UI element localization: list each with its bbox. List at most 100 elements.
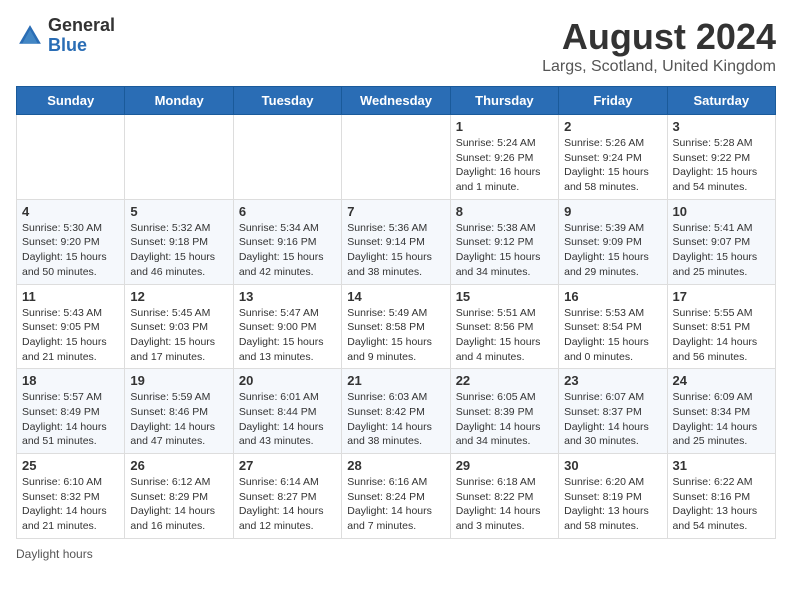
day-number: 10	[673, 204, 770, 219]
calendar-cell: 5Sunrise: 5:32 AMSunset: 9:18 PMDaylight…	[125, 199, 233, 284]
calendar-cell: 26 Sunrise: 6:12 AMSunset: 8:29 PMDayligh…	[125, 454, 233, 539]
day-number: 31	[673, 458, 770, 473]
calendar-cell: 4 Sunrise: 5:30 AMSunset: 9:20 PMDaylight…	[17, 199, 125, 284]
day-number: 8	[456, 204, 553, 219]
day-number: 26	[130, 458, 227, 473]
day-info: Sunrise: 6:01 AMSunset: 8:44 PMDaylight:…	[239, 390, 336, 449]
logo-icon	[16, 22, 44, 50]
day-info: Sunrise: 5:47 AMSunset: 9:00 PMDaylight:…	[239, 306, 336, 365]
day-info: Sunrise: 5:39 AMSunset: 9:09 PMDaylight:…	[564, 221, 661, 280]
day-info: Sunrise: 5:45 AMSunset: 9:03 PMDaylight:…	[130, 306, 227, 365]
month-year-title: August 2024	[542, 16, 776, 58]
calendar-cell: 8Sunrise: 5:38 AMSunset: 9:12 PMDaylight…	[450, 199, 558, 284]
day-info: Sunrise: 5:24 AMSunset: 9:26 PMDaylight:…	[456, 136, 553, 195]
day-number: 6	[239, 204, 336, 219]
day-number: 17	[673, 289, 770, 304]
daylight-label: Daylight hours	[16, 547, 93, 561]
calendar-cell: 9Sunrise: 5:39 AMSunset: 9:09 PMDaylight…	[559, 199, 667, 284]
calendar-cell: 17 Sunrise: 5:55 AMSunset: 8:51 PMDayligh…	[667, 284, 775, 369]
calendar-cell: 14 Sunrise: 5:49 AMSunset: 8:58 PMDayligh…	[342, 284, 450, 369]
day-info: Sunrise: 5:51 AMSunset: 8:56 PMDaylight:…	[456, 306, 553, 365]
day-number: 14	[347, 289, 444, 304]
calendar-week-row: 18 Sunrise: 5:57 AMSunset: 8:49 PMDayligh…	[17, 369, 776, 454]
day-info: Sunrise: 5:55 AMSunset: 8:51 PMDaylight:…	[673, 306, 770, 365]
day-info: Sunrise: 6:22 AMSunset: 8:16 PMDaylight:…	[673, 475, 770, 534]
calendar-cell: 19Sunrise: 5:59 AMSunset: 8:46 PMDayligh…	[125, 369, 233, 454]
day-info: Sunrise: 5:43 AMSunset: 9:05 PMDaylight:…	[22, 306, 119, 365]
calendar-cell: 20Sunrise: 6:01 AMSunset: 8:44 PMDayligh…	[233, 369, 341, 454]
day-info: Sunrise: 5:53 AMSunset: 8:54 PMDaylight:…	[564, 306, 661, 365]
day-info: Sunrise: 6:07 AMSunset: 8:37 PMDaylight:…	[564, 390, 661, 449]
calendar-cell	[233, 115, 341, 200]
day-number: 21	[347, 373, 444, 388]
calendar-cell: 10 Sunrise: 5:41 AMSunset: 9:07 PMDayligh…	[667, 199, 775, 284]
day-info: Sunrise: 6:14 AMSunset: 8:27 PMDaylight:…	[239, 475, 336, 534]
calendar-cell: 2 Sunrise: 5:26 AMSunset: 9:24 PMDaylight…	[559, 115, 667, 200]
calendar-cell: 1Sunrise: 5:24 AMSunset: 9:26 PMDaylight…	[450, 115, 558, 200]
day-info: Sunrise: 5:59 AMSunset: 8:46 PMDaylight:…	[130, 390, 227, 449]
calendar-cell: 6 Sunrise: 5:34 AMSunset: 9:16 PMDaylight…	[233, 199, 341, 284]
calendar-week-row: 25 Sunrise: 6:10 AMSunset: 8:32 PMDayligh…	[17, 454, 776, 539]
calendar-cell: 24 Sunrise: 6:09 AMSunset: 8:34 PMDayligh…	[667, 369, 775, 454]
calendar-cell: 7Sunrise: 5:36 AMSunset: 9:14 PMDaylight…	[342, 199, 450, 284]
day-number: 5	[130, 204, 227, 219]
weekday-header: Wednesday	[342, 87, 450, 115]
calendar-cell: 12Sunrise: 5:45 AMSunset: 9:03 PMDayligh…	[125, 284, 233, 369]
weekday-header: Friday	[559, 87, 667, 115]
day-info: Sunrise: 5:26 AMSunset: 9:24 PMDaylight:…	[564, 136, 661, 195]
day-info: Sunrise: 6:12 AMSunset: 8:29 PMDaylight:…	[130, 475, 227, 534]
day-info: Sunrise: 5:41 AMSunset: 9:07 PMDaylight:…	[673, 221, 770, 280]
day-info: Sunrise: 5:28 AMSunset: 9:22 PMDaylight:…	[673, 136, 770, 195]
day-info: Sunrise: 5:57 AMSunset: 8:49 PMDaylight:…	[22, 390, 119, 449]
header: General Blue August 2024 Largs, Scotland…	[16, 16, 776, 76]
logo-blue-text: Blue	[48, 36, 115, 56]
weekday-header: Saturday	[667, 87, 775, 115]
day-number: 18	[22, 373, 119, 388]
weekday-header: Sunday	[17, 87, 125, 115]
day-number: 13	[239, 289, 336, 304]
calendar-week-row: 4 Sunrise: 5:30 AMSunset: 9:20 PMDaylight…	[17, 199, 776, 284]
calendar-table: SundayMondayTuesdayWednesdayThursdayFrid…	[16, 86, 776, 539]
calendar-cell: 29Sunrise: 6:18 AMSunset: 8:22 PMDayligh…	[450, 454, 558, 539]
logo-general-text: General	[48, 16, 115, 36]
day-number: 2	[564, 119, 661, 134]
weekday-header: Thursday	[450, 87, 558, 115]
calendar-cell: 31 Sunrise: 6:22 AMSunset: 8:16 PMDayligh…	[667, 454, 775, 539]
calendar-cell: 23 Sunrise: 6:07 AMSunset: 8:37 PMDayligh…	[559, 369, 667, 454]
calendar-cell: 22 Sunrise: 6:05 AMSunset: 8:39 PMDayligh…	[450, 369, 558, 454]
day-info: Sunrise: 5:34 AMSunset: 9:16 PMDaylight:…	[239, 221, 336, 280]
day-info: Sunrise: 5:49 AMSunset: 8:58 PMDaylight:…	[347, 306, 444, 365]
day-number: 16	[564, 289, 661, 304]
calendar-cell	[17, 115, 125, 200]
day-info: Sunrise: 6:10 AMSunset: 8:32 PMDaylight:…	[22, 475, 119, 534]
calendar-cell: 3 Sunrise: 5:28 AMSunset: 9:22 PMDaylight…	[667, 115, 775, 200]
calendar-cell: 15Sunrise: 5:51 AMSunset: 8:56 PMDayligh…	[450, 284, 558, 369]
day-number: 3	[673, 119, 770, 134]
calendar-cell: 30 Sunrise: 6:20 AMSunset: 8:19 PMDayligh…	[559, 454, 667, 539]
day-number: 23	[564, 373, 661, 388]
day-number: 25	[22, 458, 119, 473]
calendar-cell	[342, 115, 450, 200]
day-number: 24	[673, 373, 770, 388]
day-number: 30	[564, 458, 661, 473]
calendar-cell: 21 Sunrise: 6:03 AMSunset: 8:42 PMDayligh…	[342, 369, 450, 454]
day-info: Sunrise: 6:09 AMSunset: 8:34 PMDaylight:…	[673, 390, 770, 449]
title-area: August 2024 Largs, Scotland, United King…	[542, 16, 776, 76]
day-info: Sunrise: 6:05 AMSunset: 8:39 PMDaylight:…	[456, 390, 553, 449]
day-info: Sunrise: 6:20 AMSunset: 8:19 PMDaylight:…	[564, 475, 661, 534]
day-number: 22	[456, 373, 553, 388]
day-info: Sunrise: 6:03 AMSunset: 8:42 PMDaylight:…	[347, 390, 444, 449]
day-number: 4	[22, 204, 119, 219]
day-number: 27	[239, 458, 336, 473]
logo-text: General Blue	[48, 16, 115, 56]
day-number: 7	[347, 204, 444, 219]
calendar-week-row: 1Sunrise: 5:24 AMSunset: 9:26 PMDaylight…	[17, 115, 776, 200]
day-number: 11	[22, 289, 119, 304]
calendar-header-row: SundayMondayTuesdayWednesdayThursdayFrid…	[17, 87, 776, 115]
logo: General Blue	[16, 16, 115, 56]
calendar-cell: 13 Sunrise: 5:47 AMSunset: 9:00 PMDayligh…	[233, 284, 341, 369]
location-subtitle: Largs, Scotland, United Kingdom	[542, 58, 776, 76]
calendar-cell: 11 Sunrise: 5:43 AMSunset: 9:05 PMDayligh…	[17, 284, 125, 369]
day-info: Sunrise: 5:30 AMSunset: 9:20 PMDaylight:…	[22, 221, 119, 280]
calendar-cell: 27 Sunrise: 6:14 AMSunset: 8:27 PMDayligh…	[233, 454, 341, 539]
